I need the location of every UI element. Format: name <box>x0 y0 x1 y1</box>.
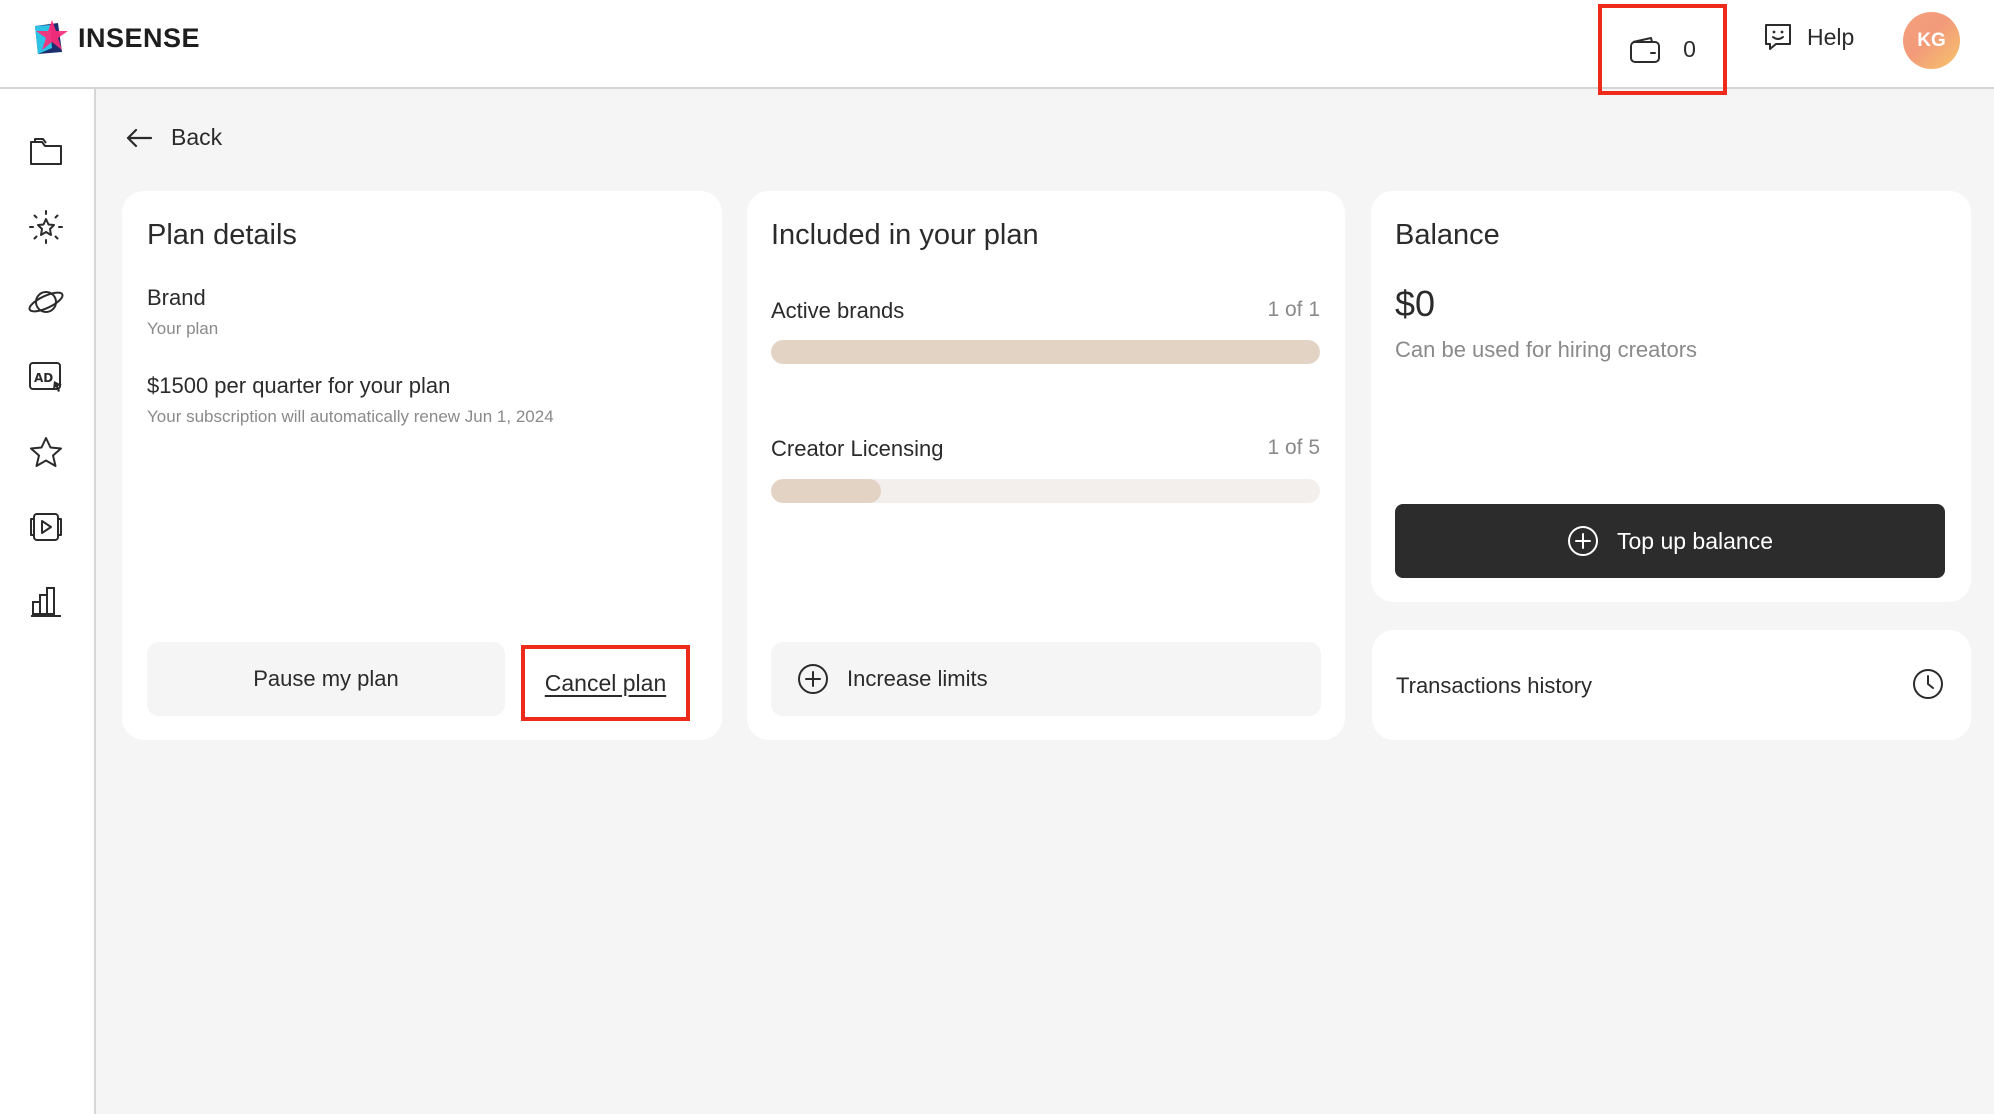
usage-count-creator-licensing: 1 of 5 <box>1267 436 1320 459</box>
sidebar: AD <box>0 89 96 1114</box>
logo[interactable]: INSENSE <box>32 18 200 58</box>
logo-text: INSENSE <box>78 22 201 53</box>
balance-caption: Can be used for hiring creators <box>1395 337 1698 362</box>
usage-label-active-brands: Active brands <box>771 298 905 323</box>
sidebar-item-ads[interactable]: AD <box>26 357 66 397</box>
ad-icon: AD <box>29 362 62 392</box>
plus-circle-icon <box>798 664 828 694</box>
increase-limits-button[interactable]: Increase limits <box>771 642 1321 716</box>
transactions-history-label: Transactions history <box>1396 673 1593 698</box>
cancel-plan-button[interactable]: Cancel plan <box>521 645 690 721</box>
sparkle-sun-icon <box>29 210 63 244</box>
plan-price: $1500 per quarter for your plan <box>147 373 451 398</box>
increase-limits-label: Increase limits <box>847 666 988 691</box>
svg-text:AD: AD <box>34 371 53 385</box>
included-plan-title: Included in your plan <box>771 219 1039 251</box>
arrow-left-icon <box>126 128 153 147</box>
help-label: Help <box>1807 23 1855 50</box>
help-button[interactable]: Help <box>1763 22 1854 52</box>
usage-bar-fill-creator-licensing <box>771 479 881 503</box>
sidebar-item-discover[interactable] <box>26 207 66 247</box>
pause-plan-button[interactable]: Pause my plan <box>147 642 505 716</box>
folder-icon <box>30 138 62 165</box>
transactions-history-card[interactable]: Transactions history <box>1372 630 1971 740</box>
help-chat-icon <box>1765 24 1791 50</box>
clock-icon <box>1913 669 1943 699</box>
usage-bar-fill-active-brands <box>771 340 1320 364</box>
wallet-icon <box>1630 36 1661 63</box>
planet-icon <box>28 291 64 313</box>
cancel-plan-label: Cancel plan <box>544 669 667 696</box>
top-up-balance-button[interactable]: Top up balance <box>1395 504 1945 578</box>
pause-plan-label: Pause my plan <box>253 666 399 691</box>
bar-chart-icon <box>31 587 61 617</box>
avatar[interactable]: KG <box>1903 12 1960 69</box>
sidebar-item-campaigns[interactable] <box>26 132 66 172</box>
renewal-notice: Your subscription will automatically ren… <box>147 407 554 426</box>
sidebar-item-favorites[interactable] <box>26 432 66 472</box>
plan-caption: Your plan <box>147 319 219 338</box>
usage-bar-creator-licensing <box>771 479 1320 503</box>
plan-name: Brand <box>147 285 206 310</box>
plus-circle-icon <box>1567 526 1598 556</box>
usage-count-active-brands: 1 of 1 <box>1267 298 1320 321</box>
included-plan-card: Included in your plan Active brands 1 of… <box>747 191 1345 740</box>
video-play-icon <box>30 513 62 541</box>
insense-logo-icon <box>35 20 68 54</box>
plan-details-title: Plan details <box>147 219 297 251</box>
usage-label-creator-licensing: Creator Licensing <box>771 436 944 461</box>
sidebar-item-content[interactable] <box>26 507 66 547</box>
wallet-count: 0 <box>1683 36 1696 62</box>
back-label: Back <box>171 124 223 150</box>
top-bar: INSENSE 0 Help KG <box>0 0 1994 95</box>
top-up-balance-label: Top up balance <box>1616 527 1773 554</box>
back-button[interactable]: Back <box>125 124 222 151</box>
star-icon <box>30 437 62 467</box>
sidebar-item-analytics[interactable] <box>26 582 66 622</box>
balance-amount: $0 <box>1395 283 1436 324</box>
sidebar-item-marketplace[interactable] <box>26 282 66 322</box>
balance-title: Balance <box>1395 219 1500 251</box>
usage-bar-active-brands <box>771 340 1320 364</box>
wallet-balance-button[interactable]: 0 <box>1598 4 1727 95</box>
